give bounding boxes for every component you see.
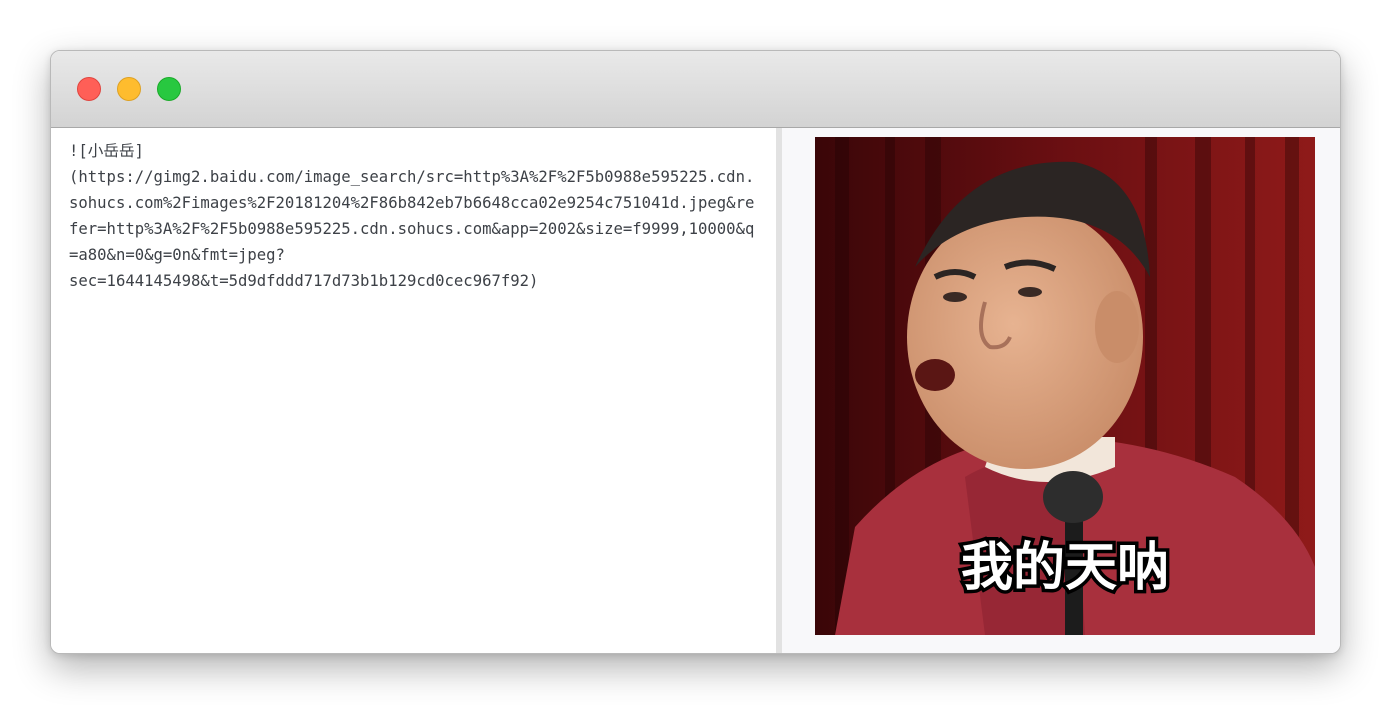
minimize-button[interactable] [117, 77, 141, 101]
zoom-button[interactable] [157, 77, 181, 101]
open-mouth [915, 359, 955, 391]
preview-pane: 我的天呐 [782, 128, 1340, 653]
markdown-source[interactable]: ![小岳岳] (https://gimg2.baidu.com/image_se… [69, 138, 758, 294]
close-button[interactable] [77, 77, 101, 101]
image-caption: 我的天呐 [961, 538, 1169, 598]
left-eye [943, 292, 967, 302]
markdown-editor[interactable]: ![小岳岳] (https://gimg2.baidu.com/image_se… [51, 128, 776, 653]
editor-line-1: ![小岳岳] [69, 142, 144, 160]
app-window: ![小岳岳] (https://gimg2.baidu.com/image_se… [50, 50, 1341, 654]
right-eye [1018, 287, 1042, 297]
microphone-icon [1043, 471, 1103, 523]
editor-line-2: (https://gimg2.baidu.com/image_search/sr… [69, 168, 755, 264]
title-bar[interactable] [51, 51, 1340, 128]
editor-line-3: sec=1644145498&t=5d9dfddd717d73b1b129cd0… [69, 272, 539, 290]
preview-image: 我的天呐 [815, 137, 1315, 635]
ear [1095, 291, 1139, 363]
